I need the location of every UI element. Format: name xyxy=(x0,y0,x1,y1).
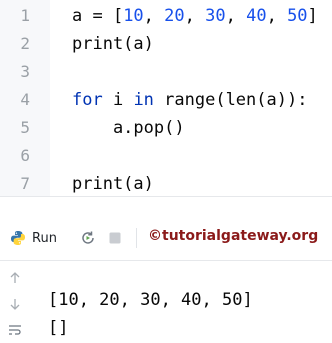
line-number: 1 xyxy=(20,6,30,25)
line-number: 2 xyxy=(20,34,30,53)
code-token: , xyxy=(184,6,206,26)
console-line: [10, 20, 30, 40, 50] xyxy=(48,290,253,310)
number-token: 50 xyxy=(287,6,308,26)
keyword-token: for xyxy=(72,90,103,110)
arrow-up-icon[interactable] xyxy=(8,271,22,285)
number-token: 40 xyxy=(246,6,267,26)
code-token: a = [ xyxy=(72,6,124,26)
line-number: 5 xyxy=(20,118,30,137)
soft-wrap-icon[interactable] xyxy=(8,323,22,337)
line-number: 4 xyxy=(20,90,30,109)
code-token: a.pop() xyxy=(72,118,185,138)
code-line[interactable]: a = [10, 20, 30, 40, 50] xyxy=(72,6,318,26)
run-tab-label: Run xyxy=(32,230,57,246)
console-divider xyxy=(0,260,332,261)
code-line[interactable]: for i in range(len(a)): xyxy=(72,90,307,110)
code-line[interactable]: print(a) xyxy=(72,34,154,54)
rerun-icon xyxy=(82,231,94,244)
toolbar-separator xyxy=(136,228,137,248)
code-token: range(len(a)): xyxy=(153,90,308,110)
number-token: 10 xyxy=(123,6,144,26)
line-number-gutter: 1 2 3 4 5 6 7 xyxy=(0,0,50,196)
code-line[interactable]: a.pop() xyxy=(72,118,185,138)
code-token: , xyxy=(225,6,247,26)
run-tab[interactable]: Run xyxy=(10,230,57,246)
rerun-button[interactable] xyxy=(80,230,96,246)
number-token: 30 xyxy=(205,6,226,26)
console-side-toolbar xyxy=(0,261,32,343)
editor-divider xyxy=(0,196,332,197)
console-line: [] xyxy=(48,318,69,338)
code-editor[interactable]: 1 2 3 4 5 6 7 a = [10, 20, 30, 40, 50] print(a)… xyxy=(0,0,332,196)
keyword-token: in xyxy=(133,90,154,110)
code-token: , xyxy=(266,6,288,26)
line-number: 3 xyxy=(20,62,30,81)
code-token: i xyxy=(102,90,134,110)
stop-icon xyxy=(109,232,121,244)
code-token: ] xyxy=(307,6,318,26)
number-token: 20 xyxy=(164,6,185,26)
watermark: ©tutorialgateway.org xyxy=(148,228,319,244)
code-token: print(a) xyxy=(72,34,154,54)
line-number: 6 xyxy=(20,146,30,165)
line-number: 7 xyxy=(20,174,30,193)
arrow-down-icon[interactable] xyxy=(8,297,22,311)
code-token: print(a) xyxy=(72,174,154,194)
code-line[interactable]: print(a) xyxy=(72,174,154,194)
code-token: , xyxy=(143,6,165,26)
stop-button[interactable] xyxy=(107,230,123,246)
python-icon xyxy=(11,231,25,245)
